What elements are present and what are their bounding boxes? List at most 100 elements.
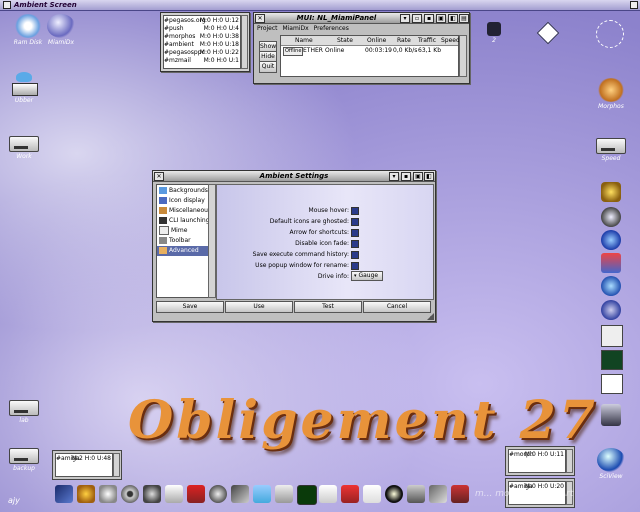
chip-icon[interactable]: [407, 485, 425, 503]
penguin-icon[interactable]: [385, 485, 403, 503]
shell-icon[interactable]: [55, 485, 73, 503]
speed-drive-icon[interactable]: Speed: [583, 130, 639, 162]
test-button[interactable]: Test: [294, 301, 362, 313]
popup-icon[interactable]: ▪: [424, 14, 434, 23]
app-icon-3[interactable]: [601, 230, 621, 250]
lab-drive-icon[interactable]: lab: [0, 392, 52, 424]
option-label: Mouse hover:: [308, 207, 349, 214]
sciview-icon[interactable]: SciView: [583, 448, 639, 480]
image-viewer-icon[interactable]: [187, 485, 205, 503]
list-item[interactable]: CLI launching: [157, 216, 210, 226]
icon-label: Work: [16, 153, 32, 160]
list-item[interactable]: #amiga M:2 H:0 U:48: [56, 454, 112, 463]
tools-icon[interactable]: [99, 485, 117, 503]
toolbar-icon: [159, 237, 167, 244]
menu-miamidx[interactable]: MiamiDx: [282, 25, 308, 32]
table-row[interactable]: Offline ETHER Online 00:03:19 0,0 Kb/s 6…: [281, 46, 458, 56]
scrollbar[interactable]: [113, 453, 120, 477]
pdf-icon[interactable]: [319, 485, 337, 503]
drive-icon[interactable]: [601, 404, 621, 426]
channel-name: #mzmail: [164, 57, 191, 64]
menu-preferences[interactable]: Preferences: [314, 25, 349, 32]
app-launcher-icon[interactable]: [451, 485, 469, 503]
cli-icon: [159, 217, 167, 224]
cancel-button[interactable]: Cancel: [363, 301, 431, 313]
use-button[interactable]: Use: [225, 301, 293, 313]
resize-handle[interactable]: [427, 313, 434, 320]
list-item[interactable]: Icon display: [157, 196, 209, 206]
list-item[interactable]: #morph M:0 H:0 U:11: [509, 450, 565, 459]
app-icon-2[interactable]: [601, 207, 621, 227]
popup-rename-checkbox[interactable]: [351, 262, 359, 270]
list-item[interactable]: Miscellaneous: [157, 206, 212, 216]
save-button[interactable]: Save: [156, 301, 224, 313]
zoom-icon[interactable]: ▣: [436, 14, 446, 23]
menu-bar: Project MiamiDx Preferences: [257, 25, 349, 32]
weather-icon[interactable]: [77, 485, 95, 503]
close-screen-icon[interactable]: [3, 1, 11, 9]
scrollbar[interactable]: [566, 449, 573, 473]
magnifier-icon[interactable]: [209, 485, 227, 503]
drive-info-cycle[interactable]: ▾ Gauge: [351, 271, 383, 281]
iconify-icon[interactable]: ▾: [400, 14, 410, 23]
title-bar[interactable]: ✕ Ambient Settings ▾ ▪ ▣ ◧: [153, 171, 435, 182]
title-bar[interactable]: ✕ MUI: NL_MiamiPanel ▾ ▫ ▪ ▣ ◧ ▤: [254, 13, 469, 24]
option-label: Arrow for shortcuts:: [289, 229, 349, 236]
terminal-icon[interactable]: [601, 350, 623, 370]
diamond-icon[interactable]: [536, 21, 560, 45]
volume-2-icon[interactable]: 2: [466, 18, 522, 44]
category-label: Miscellaneous: [169, 207, 212, 214]
arrow-shortcuts-checkbox[interactable]: [351, 229, 359, 237]
list-item[interactable]: Toolbar: [157, 236, 209, 246]
ubber-drive-icon[interactable]: Ubber: [0, 72, 52, 104]
scrollbar[interactable]: [459, 35, 467, 77]
snapshot-icon[interactable]: ▫: [412, 14, 422, 23]
amiga-channel-panel: #amiga M:2 H:0 U:48: [52, 450, 122, 480]
table-header: Name State Online Rate Traffic Speed: [281, 36, 460, 46]
work-drive-icon[interactable]: Work: [0, 128, 52, 160]
butterfly-icon[interactable]: [253, 485, 271, 503]
option-label: Save execute command history:: [252, 251, 349, 258]
scrollbar[interactable]: [208, 184, 216, 298]
depth-back-icon[interactable]: ▤: [459, 14, 469, 23]
paint-icon[interactable]: [363, 485, 381, 503]
app-icon-4[interactable]: [601, 253, 621, 273]
offline-button[interactable]: Offline: [283, 47, 304, 56]
shapes-icon[interactable]: [275, 485, 293, 503]
clock-icon: [596, 20, 624, 48]
quit-button[interactable]: Quit: [259, 61, 277, 73]
eye-icon[interactable]: [121, 485, 139, 503]
depth-icon[interactable]: ◧: [448, 14, 458, 23]
list-item[interactable]: Mime: [157, 226, 209, 236]
depth-icon[interactable]: ◧: [424, 172, 434, 181]
book-icon[interactable]: [165, 485, 183, 503]
screen-depth-icon[interactable]: [630, 1, 638, 9]
zoom-icon[interactable]: ▣: [413, 172, 423, 181]
save-history-checkbox[interactable]: [351, 251, 359, 259]
disable-fade-checkbox[interactable]: [351, 240, 359, 248]
list-item[interactable]: #mzmail M:0 H:0 U:1: [164, 56, 240, 65]
app-icon-1[interactable]: [601, 182, 621, 202]
monitor-icon[interactable]: [297, 485, 317, 505]
viewer-icon[interactable]: [601, 374, 623, 394]
list-item-selected[interactable]: Advanced: [157, 246, 209, 256]
category-label: CLI launching: [169, 217, 210, 224]
ghosted-icons-checkbox[interactable]: [351, 218, 359, 226]
keyboard-icon[interactable]: [429, 485, 447, 503]
list-item[interactable]: Backgrounds: [157, 186, 209, 196]
draw-icon[interactable]: [231, 485, 249, 503]
morphos-icon[interactable]: Morphos: [583, 78, 639, 110]
scrollbar[interactable]: [241, 15, 248, 69]
amiga-icon[interactable]: [601, 276, 621, 296]
miamidx-icon[interactable]: MiamiDx: [33, 14, 89, 46]
backup-drive-icon[interactable]: backup: [0, 440, 52, 472]
settings-icon[interactable]: [143, 485, 161, 503]
iconify-icon[interactable]: ▾: [389, 172, 399, 181]
hard-drive-icon: [9, 136, 39, 152]
menu-project[interactable]: Project: [257, 25, 278, 32]
document-icon[interactable]: [601, 325, 623, 347]
browser-icon[interactable]: [601, 300, 621, 320]
media-icon[interactable]: [341, 485, 359, 503]
popup-icon[interactable]: ▪: [401, 172, 411, 181]
mouse-hover-checkbox[interactable]: [351, 207, 359, 215]
